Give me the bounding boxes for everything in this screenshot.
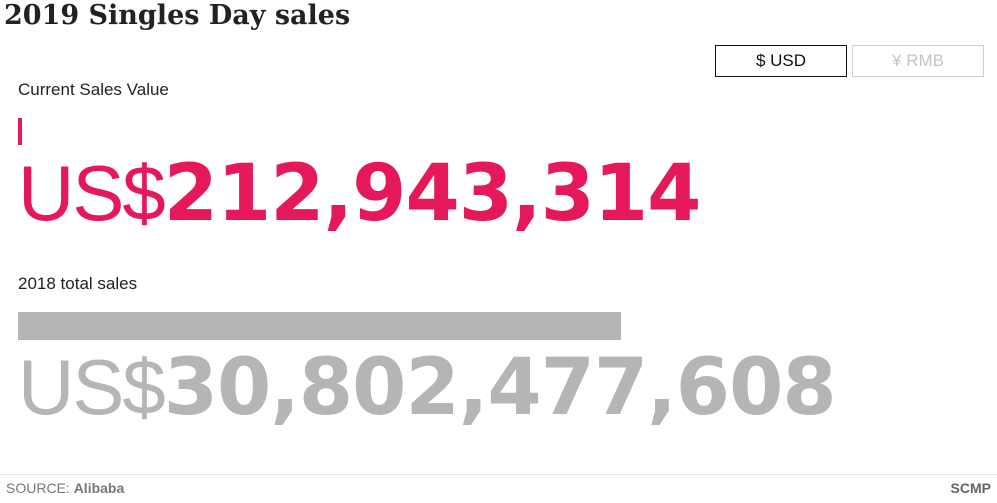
current-sales-value: US$212,943,314 bbox=[18, 154, 701, 233]
usd-toggle-button[interactable]: $ USD bbox=[715, 45, 847, 77]
source-prefix: SOURCE: bbox=[6, 480, 70, 496]
source-credit: SOURCE: Alibaba bbox=[6, 480, 124, 496]
previous-currency-prefix: US$ bbox=[18, 343, 166, 431]
current-sales-label: Current Sales Value bbox=[18, 80, 169, 99]
previous-sales-label: 2018 total sales bbox=[18, 274, 138, 293]
previous-sales-value: US$30,802,477,608 bbox=[18, 348, 837, 427]
current-sales-bar bbox=[18, 118, 23, 145]
current-sales-number: 212,943,314 bbox=[163, 149, 702, 239]
source-name: Alibaba bbox=[73, 480, 125, 496]
chart-title: 2019 Singles Day sales bbox=[4, 0, 351, 31]
footer-divider bbox=[0, 474, 997, 475]
brand-logo: SCMP bbox=[950, 480, 991, 496]
previous-sales-bar bbox=[18, 312, 621, 340]
current-currency-prefix: US$ bbox=[18, 149, 166, 237]
rmb-toggle-button[interactable]: ¥ RMB bbox=[852, 45, 984, 77]
previous-sales-number: 30,802,477,608 bbox=[163, 343, 837, 433]
